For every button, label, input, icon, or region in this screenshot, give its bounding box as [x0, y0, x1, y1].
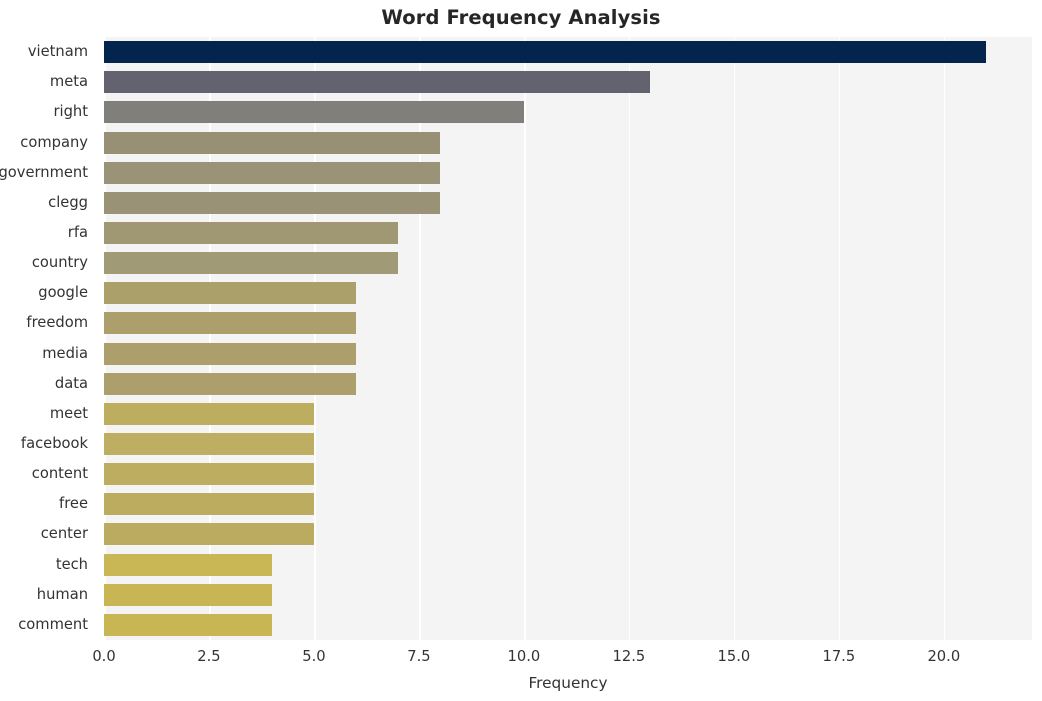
bar — [104, 131, 440, 154]
bar — [104, 553, 272, 576]
y-axis-tick-label: clegg — [48, 193, 88, 211]
bar — [104, 71, 650, 94]
y-axis-tick-label: center — [40, 525, 88, 543]
bar — [104, 342, 356, 365]
x-axis-tick-label: 5.0 — [302, 648, 326, 665]
y-axis-tick-label: country — [31, 254, 88, 272]
bar — [104, 583, 272, 606]
y-axis-tick-label: free — [59, 495, 88, 513]
bar — [104, 613, 272, 636]
y-axis-tick-label: tech — [55, 555, 88, 573]
bar — [104, 282, 356, 305]
bar — [104, 41, 986, 64]
bar — [104, 372, 356, 395]
bar — [104, 221, 398, 244]
y-axis-tick-label: comment — [18, 615, 88, 633]
x-axis-tick-label: 0.0 — [92, 648, 116, 665]
plot-area — [104, 37, 1032, 640]
y-axis-tick-label: google — [38, 284, 88, 302]
x-axis-tick-label: 7.5 — [407, 648, 431, 665]
bar — [104, 523, 314, 546]
y-axis-tick-label: data — [54, 374, 88, 392]
y-axis-tick-label: content — [31, 465, 88, 483]
x-axis-tick-label: 2.5 — [197, 648, 221, 665]
x-axis-label: Frequency — [528, 674, 608, 692]
y-axis-tick-label: facebook — [20, 435, 88, 453]
y-axis-tick-label: vietnam — [27, 43, 88, 61]
gridline-vertical — [628, 37, 631, 640]
bar — [104, 252, 398, 275]
x-axis-tick-labels: 0.0 2.5 5.0 7.5 10.0 12.5 15.0 17.5 20.0 — [92, 648, 1032, 670]
y-axis-tick-label: human — [36, 585, 88, 603]
bar — [104, 191, 440, 214]
gridline-vertical — [208, 37, 211, 640]
y-axis-tick-label: media — [42, 344, 88, 362]
y-axis-tick-label: rfa — [67, 223, 88, 241]
x-axis-tick-label: 17.5 — [822, 648, 856, 665]
gridline-vertical — [838, 37, 841, 640]
x-axis-tick-label: 12.5 — [612, 648, 646, 665]
gridline-vertical — [313, 37, 316, 640]
bar — [104, 433, 314, 456]
gridline-vertical — [418, 37, 421, 640]
chart-title: Word Frequency Analysis — [381, 6, 661, 29]
bar — [104, 493, 314, 516]
y-axis-tick-label: freedom — [26, 314, 88, 332]
y-axis-tick-label: right — [53, 103, 88, 121]
y-axis-tick-label: meet — [49, 404, 88, 422]
gridline-vertical — [733, 37, 736, 640]
gridline-vertical — [104, 37, 106, 640]
bar — [104, 161, 440, 184]
y-axis-tick-labels: vietnam meta right company government clegg rf… — [0, 37, 96, 640]
y-axis-tick-label: company — [20, 133, 88, 151]
gridline-vertical — [943, 37, 946, 640]
y-axis-tick-label: meta — [49, 73, 88, 91]
chart-figure: Word Frequency Analysis vietnam meta right… — [0, 0, 1042, 701]
x-axis-tick-label: 20.0 — [927, 648, 961, 665]
x-axis-tick-label: 10.0 — [507, 648, 541, 665]
x-axis-tick-label: 15.0 — [717, 648, 751, 665]
bar — [104, 101, 524, 124]
bar — [104, 312, 356, 335]
bar — [104, 402, 314, 425]
bar — [104, 463, 314, 486]
gridline-vertical — [523, 37, 526, 640]
y-axis-tick-label: government — [0, 163, 88, 181]
